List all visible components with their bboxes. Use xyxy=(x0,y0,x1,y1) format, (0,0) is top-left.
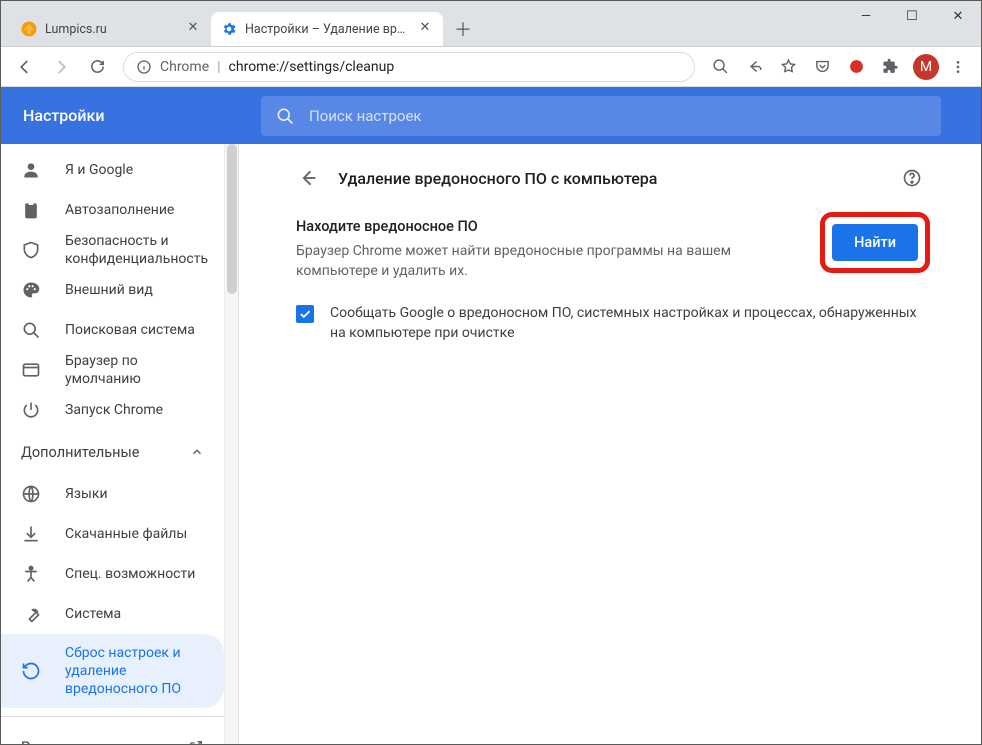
sidebar-item-label: Поисковая система xyxy=(65,321,195,339)
clipboard-icon xyxy=(21,200,41,220)
panel-back-button[interactable] xyxy=(296,166,320,190)
search-icon xyxy=(21,320,41,340)
profile-avatar[interactable]: M xyxy=(913,54,939,80)
section-title: Находите вредоносное ПО xyxy=(296,218,806,235)
sidebar-item-label: Запуск Chrome xyxy=(65,401,163,419)
browser-tab-lumpics[interactable]: Lumpics.ru ✕ xyxy=(11,12,211,46)
shield-icon xyxy=(21,240,41,260)
power-icon xyxy=(21,400,41,420)
sidebar-item-label: Сброс настроек и удаление вредоносного П… xyxy=(65,644,204,698)
window-controls: — ☐ ✕ xyxy=(843,1,981,31)
external-link-icon xyxy=(188,739,204,744)
sidebar-item-label: Внешний вид xyxy=(65,281,153,299)
cleanup-section: Находите вредоносное ПО Браузер Chrome м… xyxy=(296,218,924,281)
settings-header: Настройки xyxy=(1,87,981,144)
close-icon[interactable]: ✕ xyxy=(185,21,201,37)
download-icon xyxy=(21,524,41,544)
forward-button[interactable] xyxy=(45,51,77,83)
extensions-icon[interactable] xyxy=(875,52,905,82)
browser-tab-settings[interactable]: Настройки – Удаление вредонос ✕ xyxy=(211,12,443,46)
tab-strip: Lumpics.ru ✕ Настройки – Удаление вредон… xyxy=(1,1,477,46)
sidebar-item-label: Безопасность и конфиденциальность xyxy=(65,232,208,268)
accessibility-icon xyxy=(21,564,41,584)
scrollbar-thumb[interactable] xyxy=(227,144,237,294)
sidebar-item-privacy[interactable]: Безопасность и конфиденциальность xyxy=(1,230,224,270)
sidebar-item-label: Система xyxy=(65,605,121,623)
report-label: Сообщать Google о вредоносном ПО, систем… xyxy=(330,303,924,343)
close-icon[interactable]: ✕ xyxy=(417,21,433,37)
browser-toolbar: Chrome | chrome://settings/cleanup M xyxy=(1,47,981,87)
person-icon xyxy=(21,160,41,180)
sidebar-item-downloads[interactable]: Скачанные файлы xyxy=(1,514,224,554)
sidebar-item-accessibility[interactable]: Спец. возможности xyxy=(1,554,224,594)
sidebar-advanced-label: Дополнительные xyxy=(21,444,139,461)
favicon-lumpics xyxy=(21,21,37,37)
url-scheme: Chrome xyxy=(160,59,209,75)
find-button-highlight: Найти xyxy=(826,218,924,267)
report-checkbox[interactable] xyxy=(296,305,314,323)
url-text: chrome://settings/cleanup xyxy=(229,59,395,75)
pocket-icon[interactable] xyxy=(807,52,837,82)
settings-search[interactable] xyxy=(261,96,941,136)
reload-button[interactable] xyxy=(81,51,113,83)
sidebar-item-search-engine[interactable]: Поисковая система xyxy=(1,310,224,350)
page-title: Удаление вредоносного ПО с компьютера xyxy=(338,169,882,188)
menu-icon[interactable] xyxy=(943,52,973,82)
window-icon xyxy=(21,360,41,380)
panel-header: Удаление вредоносного ПО с компьютера xyxy=(296,158,924,198)
close-window-button[interactable]: ✕ xyxy=(935,1,981,31)
tab-title: Настройки – Удаление вредонос xyxy=(245,22,411,37)
settings-brand: Настройки xyxy=(1,106,261,125)
url-separator: | xyxy=(217,59,220,75)
share-icon[interactable] xyxy=(739,52,769,82)
sidebar-item-label: Я и Google xyxy=(65,161,133,179)
sidebar-item-default-browser[interactable]: Браузер по умолчанию xyxy=(1,350,224,390)
sidebar-item-label: Спец. возможности xyxy=(65,565,195,583)
help-icon[interactable] xyxy=(900,166,924,190)
chevron-up-icon xyxy=(190,445,204,459)
adblock-icon[interactable] xyxy=(841,52,871,82)
sidebar-item-system[interactable]: Система xyxy=(1,594,224,634)
settings-app: Настройки Я и Google Автозаполнение xyxy=(1,87,981,744)
new-tab-button[interactable]: ＋ xyxy=(449,15,477,43)
sidebar-item-you-google[interactable]: Я и Google xyxy=(1,150,224,190)
address-bar[interactable]: Chrome | chrome://settings/cleanup xyxy=(123,52,695,82)
sidebar-item-label: Браузер по умолчанию xyxy=(65,352,204,388)
find-button[interactable]: Найти xyxy=(832,224,918,261)
sidebar-item-reset-cleanup[interactable]: Сброс настроек и удаление вредоносного П… xyxy=(1,634,224,708)
settings-search-input[interactable] xyxy=(309,107,927,125)
palette-icon xyxy=(21,280,41,300)
gear-icon xyxy=(221,21,237,37)
sidebar-item-appearance[interactable]: Внешний вид xyxy=(1,270,224,310)
settings-main: Удаление вредоносного ПО с компьютера На… xyxy=(239,144,981,744)
maximize-button[interactable]: ☐ xyxy=(889,1,935,31)
wrench-icon xyxy=(21,604,41,624)
section-description: Браузер Chrome может найти вредоносные п… xyxy=(296,241,806,281)
report-row: Сообщать Google о вредоносном ПО, систем… xyxy=(296,303,924,343)
sidebar-scrollbar[interactable] xyxy=(224,144,238,744)
zoom-icon[interactable] xyxy=(705,52,735,82)
tab-title: Lumpics.ru xyxy=(45,22,179,37)
sidebar-item-languages[interactable]: Языки xyxy=(1,474,224,514)
sidebar-item-label: Скачанные файлы xyxy=(65,525,187,543)
sidebar-item-label: Языки xyxy=(65,485,108,503)
sidebar-item-extensions[interactable]: Расширения xyxy=(1,725,224,744)
settings-sidebar: Я и Google Автозаполнение Безопасность и… xyxy=(1,144,239,744)
sidebar-advanced-toggle[interactable]: Дополнительные xyxy=(1,430,224,474)
globe-icon xyxy=(21,484,41,504)
sidebar-item-label: Автозаполнение xyxy=(65,201,174,219)
minimize-button[interactable]: — xyxy=(843,1,889,31)
sidebar-item-label: Расширения xyxy=(21,739,106,745)
sidebar-item-on-startup[interactable]: Запуск Chrome xyxy=(1,390,224,430)
sidebar-divider xyxy=(1,716,224,717)
window-titlebar: Lumpics.ru ✕ Настройки – Удаление вредон… xyxy=(1,1,981,47)
site-info-icon[interactable] xyxy=(136,59,152,75)
sidebar-item-autofill[interactable]: Автозаполнение xyxy=(1,190,224,230)
bookmark-star-icon[interactable] xyxy=(773,52,803,82)
back-button[interactable] xyxy=(9,51,41,83)
search-icon xyxy=(275,106,295,126)
restore-icon xyxy=(21,661,41,681)
